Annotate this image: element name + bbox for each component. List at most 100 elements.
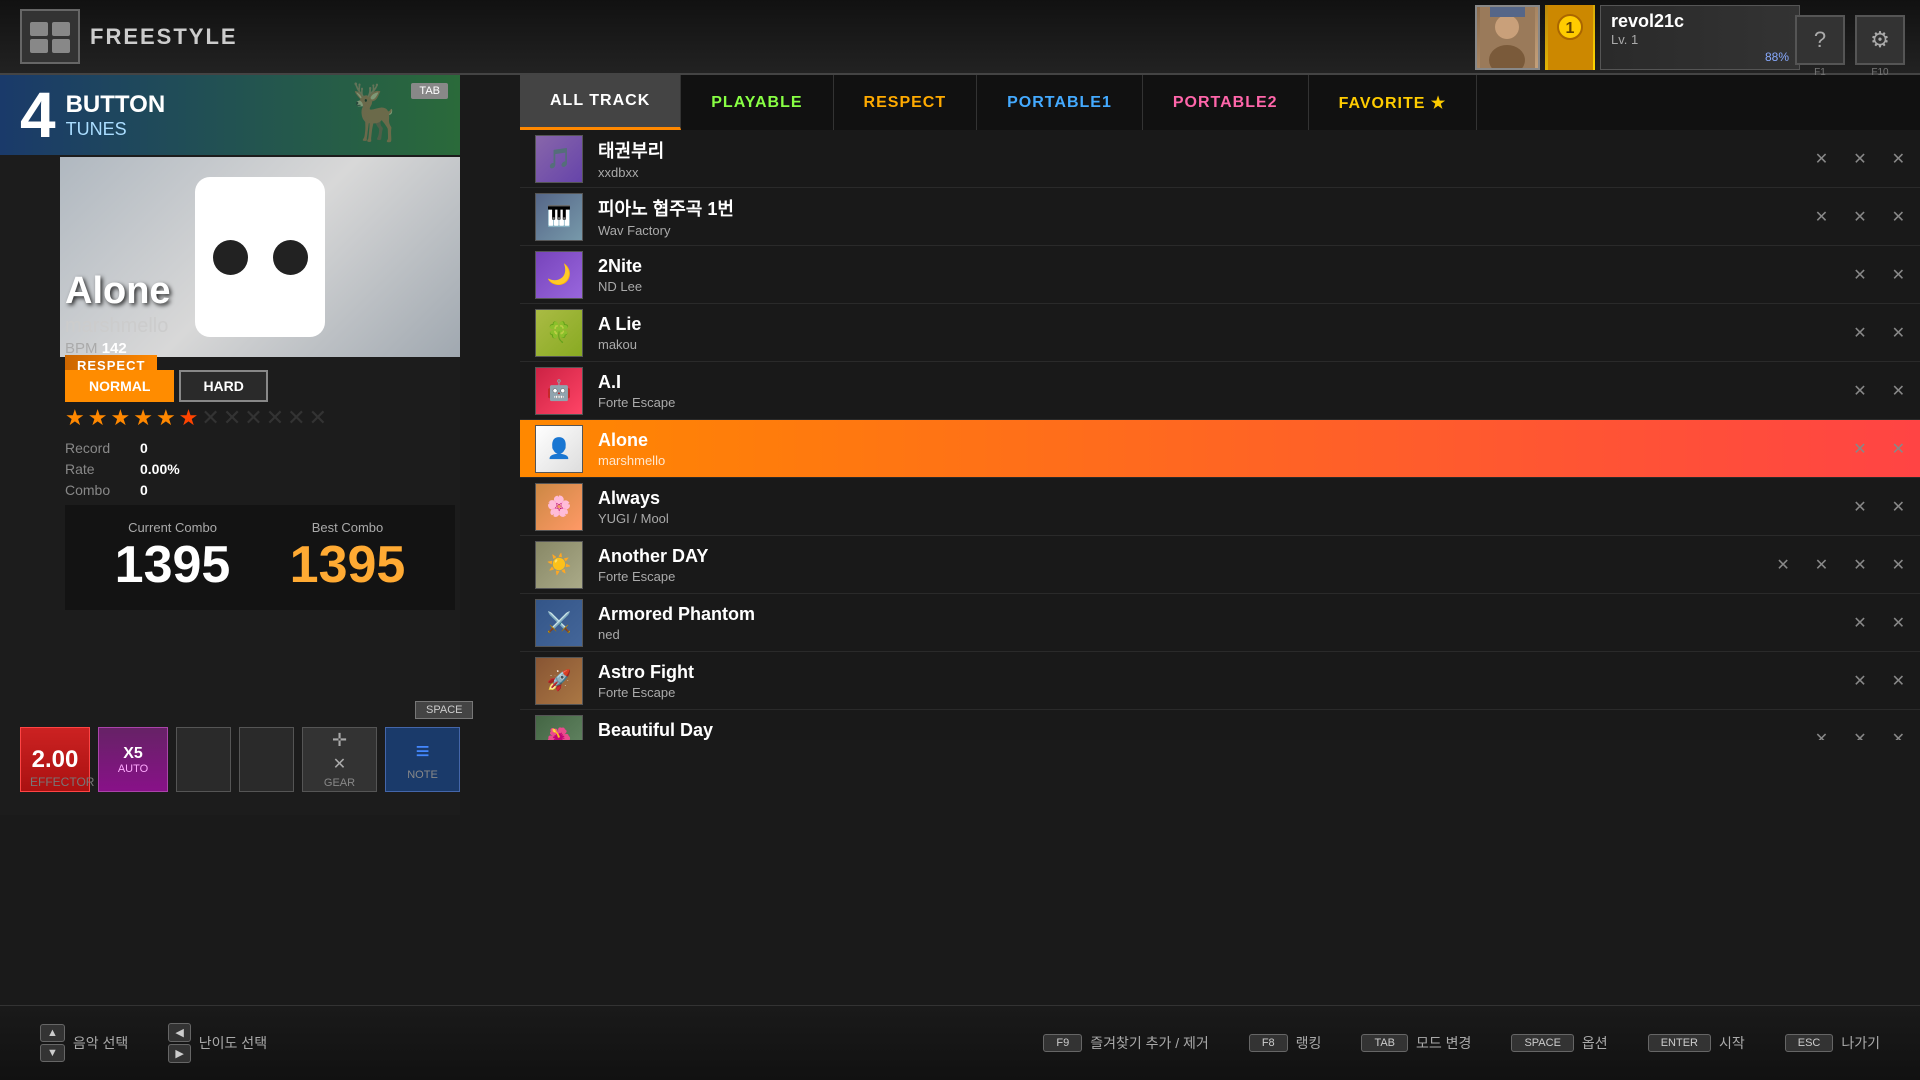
x-button-anotherday-3[interactable]: ✕: [1892, 555, 1905, 575]
x-button-anotherday-2[interactable]: ✕: [1853, 555, 1866, 575]
x-button-alone-0[interactable]: ✕: [1853, 439, 1866, 459]
track-row-alone[interactable]: 👤Alonemarshmello✕✕: [520, 420, 1920, 478]
fever-block[interactable]: X5 AUTO: [98, 727, 168, 792]
x-button-alie-0[interactable]: ✕: [1853, 323, 1866, 343]
tab-all-track[interactable]: ALL TRACK: [520, 75, 681, 130]
x-button-taegeun-2[interactable]: ✕: [1892, 149, 1905, 169]
gear-label: GEAR: [324, 777, 355, 789]
left-key: ◀: [168, 1023, 190, 1042]
x-button-beautiful-2[interactable]: ✕: [1892, 729, 1905, 741]
track-x-buttons-alie: ✕✕: [1853, 323, 1905, 343]
esc-label: 나가기: [1841, 1033, 1880, 1053]
track-row-anotherday[interactable]: ☀️Another DAYForte Escape✕✕✕✕: [520, 536, 1920, 594]
x-button-beautiful-1[interactable]: ✕: [1853, 729, 1866, 741]
tab-respect[interactable]: RESPECT: [834, 75, 978, 130]
track-thumb-2nite: 🌙: [535, 251, 583, 299]
effector-slot-2[interactable]: [239, 727, 294, 792]
track-row-always[interactable]: 🌸AlwaysYUGI / Mool✕✕: [520, 478, 1920, 536]
track-row-2nite[interactable]: 🌙2NiteND Lee✕✕: [520, 246, 1920, 304]
track-row-armored[interactable]: ⚔️Armored Phantomned✕✕: [520, 594, 1920, 652]
x-button-astrofight-1[interactable]: ✕: [1892, 671, 1905, 691]
track-name-taegeun: 태권부리: [598, 137, 1815, 163]
track-row-piano[interactable]: 🎹피아노 협주곡 1번Wav Factory✕✕✕: [520, 188, 1920, 246]
normal-button[interactable]: NORMAL: [65, 370, 174, 402]
f8-control: F8 랭킹: [1249, 1033, 1322, 1053]
track-x-buttons-armored: ✕✕: [1853, 613, 1905, 633]
help-button[interactable]: ?: [1795, 15, 1845, 65]
track-row-taegeun[interactable]: 🎵태권부리xxdbxx✕✕✕: [520, 130, 1920, 188]
star-2: ★: [88, 405, 108, 431]
x-button-piano-1[interactable]: ✕: [1853, 207, 1866, 227]
down-key: ▼: [40, 1044, 65, 1062]
track-header: 4 BUTTON TUNES 🦌 TAB: [0, 75, 460, 155]
x-button-2nite-1[interactable]: ✕: [1892, 265, 1905, 285]
x-button-2nite-0[interactable]: ✕: [1853, 265, 1866, 285]
x-button-alone-1[interactable]: ✕: [1892, 439, 1905, 459]
enter-control: ENTER 시작: [1648, 1033, 1745, 1053]
combo-value: 0: [140, 482, 148, 498]
track-row-ai[interactable]: 🤖A.IForte Escape✕✕: [520, 362, 1920, 420]
track-info-beautiful: Beautiful DayND Lee: [598, 720, 1815, 741]
track-name-ai: A.I: [598, 372, 1853, 393]
x-button-beautiful-0[interactable]: ✕: [1815, 729, 1828, 741]
star-4: ★: [133, 405, 153, 431]
space-control: SPACE 옵션: [1511, 1033, 1607, 1053]
eye-right: [273, 240, 308, 275]
x-button-ai-0[interactable]: ✕: [1853, 381, 1866, 401]
track-row-alie[interactable]: 🍀A Liemakou✕✕: [520, 304, 1920, 362]
x-button-always-1[interactable]: ✕: [1892, 497, 1905, 517]
current-combo-label: Current Combo: [115, 520, 231, 535]
best-combo-block: Best Combo 1395: [290, 520, 406, 595]
track-row-beautiful[interactable]: 🌺Beautiful DayND Lee✕✕✕: [520, 710, 1920, 740]
star-half: ★: [179, 405, 199, 431]
tab-favorite[interactable]: FAVORITE ★: [1309, 75, 1478, 130]
settings-button[interactable]: ⚙: [1855, 15, 1905, 65]
star-e4: ✕: [266, 405, 284, 431]
record-value: 0: [140, 440, 148, 456]
x-button-always-0[interactable]: ✕: [1853, 497, 1866, 517]
app-title: FREESTYLE: [90, 24, 238, 50]
f8-label: 랭킹: [1296, 1033, 1322, 1053]
combo-label: Combo: [65, 482, 125, 498]
track-thumb-ai: 🤖: [535, 367, 583, 415]
tab-playable[interactable]: PLAYABLE: [681, 75, 833, 130]
tab-portable1[interactable]: PORTABLE1: [977, 75, 1143, 130]
user-info-box: revol21c Lv. 1 88%: [1600, 5, 1800, 70]
x-button-piano-0[interactable]: ✕: [1815, 207, 1828, 227]
x-button-armored-1[interactable]: ✕: [1892, 613, 1905, 633]
rate-label: Rate: [65, 461, 125, 477]
x-button-ai-1[interactable]: ✕: [1892, 381, 1905, 401]
gear-block[interactable]: ✛ ✕ GEAR: [302, 727, 377, 792]
x-button-anotherday-0[interactable]: ✕: [1776, 555, 1789, 575]
bpm-display: BPM 142: [65, 340, 127, 357]
space-label: 옵션: [1582, 1033, 1608, 1053]
track-info-piano: 피아노 협주곡 1번Wav Factory: [598, 195, 1815, 238]
x-button-astrofight-0[interactable]: ✕: [1853, 671, 1866, 691]
marshmello-face: [195, 177, 325, 337]
x-button-piano-2[interactable]: ✕: [1892, 207, 1905, 227]
track-name-anotherday: Another DAY: [598, 546, 1776, 567]
artist-name: marshmello: [65, 315, 168, 338]
esc-key: ESC: [1785, 1034, 1834, 1052]
note-block[interactable]: ≡ NOTE: [385, 727, 460, 792]
track-name-2nite: 2Nite: [598, 256, 1853, 277]
x-button-anotherday-1[interactable]: ✕: [1815, 555, 1828, 575]
bpm-label: BPM: [65, 340, 98, 357]
user-level: Lv. 1: [1611, 32, 1789, 47]
right-key: ▶: [168, 1044, 190, 1063]
star-3: ★: [110, 405, 130, 431]
current-combo-block: Current Combo 1395: [115, 520, 231, 595]
effector-slot-1[interactable]: [176, 727, 231, 792]
hard-button[interactable]: HARD: [179, 370, 267, 402]
track-row-astrofight[interactable]: 🚀Astro FightForte Escape✕✕: [520, 652, 1920, 710]
tab-key: TAB: [1361, 1034, 1408, 1052]
x-button-armored-0[interactable]: ✕: [1853, 613, 1866, 633]
track-info-always: AlwaysYUGI / Mool: [598, 488, 1853, 526]
space-badge: SPACE: [415, 701, 473, 719]
x-button-alie-1[interactable]: ✕: [1892, 323, 1905, 343]
tab-portable2[interactable]: PORTABLE2: [1143, 75, 1309, 130]
bpm-value: 142: [102, 340, 127, 357]
x-button-taegeun-1[interactable]: ✕: [1853, 149, 1866, 169]
f9-key: F9: [1043, 1034, 1082, 1052]
x-button-taegeun-0[interactable]: ✕: [1815, 149, 1828, 169]
